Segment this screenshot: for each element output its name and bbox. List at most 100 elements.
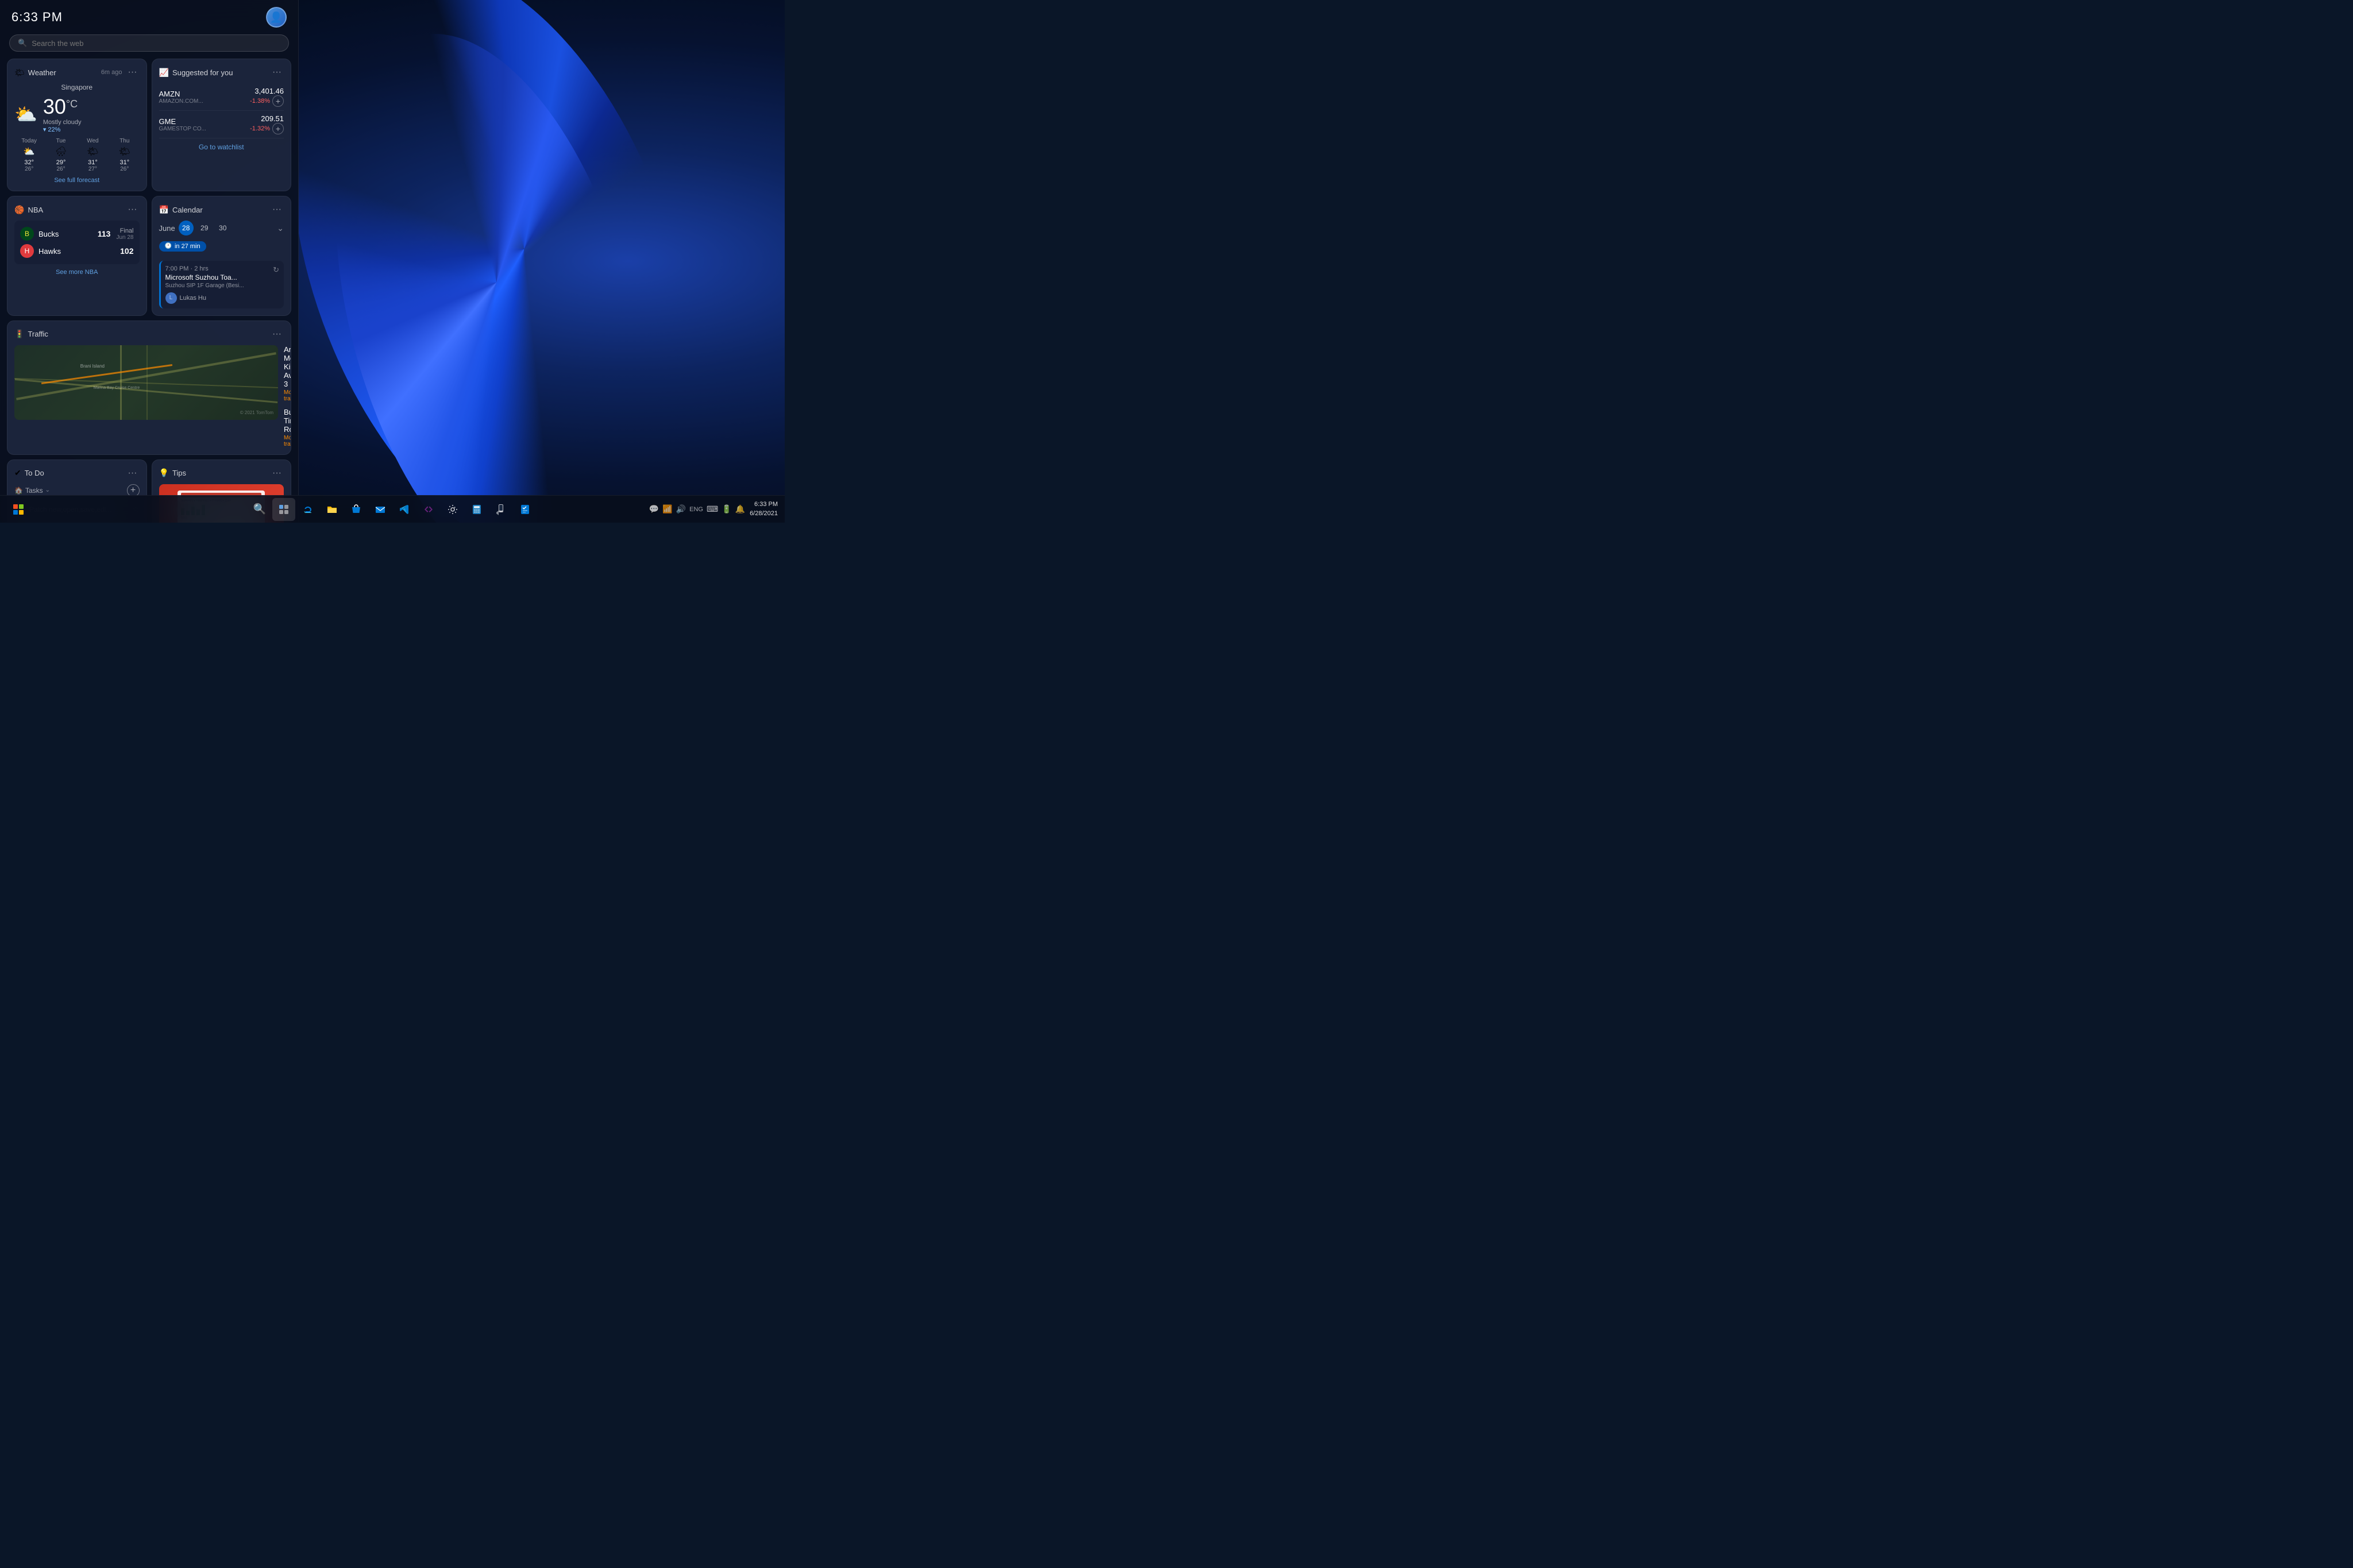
bucks-logo: B <box>20 227 34 241</box>
calendar-month: June <box>159 224 175 233</box>
hawks-score: 102 <box>120 246 133 256</box>
win-pane-yellow <box>19 510 24 515</box>
calendar-event-footer: L Lukas Hu <box>165 292 280 304</box>
forecast-label-wed: Wed <box>78 138 107 144</box>
calendar-menu-icon[interactable]: ··· <box>270 203 284 216</box>
tips-title: Tips <box>172 469 186 477</box>
forecast-hi-wed: 31° <box>78 159 107 166</box>
forecast-icon-wed: 🌤 <box>78 146 107 157</box>
calendar-nav: June 28 29 30 ⌄ <box>159 221 284 235</box>
win-pane-green <box>19 504 24 509</box>
taskbar-store-icon[interactable] <box>345 498 368 521</box>
tips-header: 💡 Tips ··· <box>159 467 284 480</box>
taskbar-explorer-icon[interactable] <box>321 498 344 521</box>
search-bar[interactable]: 🔍 <box>9 34 289 52</box>
forecast-hi-today: 32° <box>14 159 44 166</box>
map-copyright: © 2021 TomTom <box>240 410 273 415</box>
widgets-grid: 🌤 Weather 6m ago ··· Singapore ⛅ 30 °C M… <box>0 59 298 523</box>
taskbar-time: 6:33 PM <box>750 500 778 509</box>
todo-title: To Do <box>25 469 44 477</box>
forecast-label-thu: Thu <box>110 138 139 144</box>
stock-amzn-add-icon[interactable]: + <box>272 95 284 107</box>
taskbar-todo-icon[interactable] <box>514 498 537 521</box>
traffic-icon: 🚦 <box>14 329 24 339</box>
taskbar-edge-icon[interactable] <box>296 498 319 521</box>
stocks-header: 📈 Suggested for you ··· <box>159 66 284 79</box>
taskbar-settings-icon[interactable] <box>441 498 464 521</box>
stocks-menu-icon[interactable]: ··· <box>270 66 284 79</box>
tasks-label: 🏠 Tasks ⌄ <box>14 486 50 495</box>
stocks-widget: 📈 Suggested for you ··· AMZN AMAZON.COM.… <box>152 59 292 191</box>
stock-gme-name: GME <box>159 117 206 126</box>
taskbar-right: 💬 📶 🔊 ENG ⌨ 🔋 🔔 6:33 PM 6/28/2021 <box>649 500 778 518</box>
wechat-icon[interactable]: 💬 <box>649 504 659 514</box>
search-input[interactable] <box>32 39 280 48</box>
tips-icon: 💡 <box>159 468 169 478</box>
stocks-title: Suggested for you <box>172 68 233 77</box>
traffic-content: Brani Island Marina Bay Cruise Centre © … <box>14 345 284 447</box>
calendar-pill: 🕐 in 27 min <box>159 241 206 252</box>
hawks-logo: H <box>20 244 34 258</box>
see-more-nba-link[interactable]: See more NBA <box>14 269 140 276</box>
nba-status: Final Jun 28 <box>116 227 133 241</box>
calendar-day-30[interactable]: 30 <box>215 221 230 235</box>
taskbar-calc-icon[interactable] <box>465 498 488 521</box>
traffic-widget: 🚦 Traffic ··· Brani Island Mar <box>7 320 291 455</box>
calendar-chevron-icon[interactable]: ⌄ <box>277 223 284 233</box>
calendar-pill-text: in 27 min <box>175 243 200 250</box>
forecast-hi-thu: 31° <box>110 159 139 166</box>
taskbar-vscode-icon[interactable] <box>393 498 416 521</box>
clock-icon: 🕐 <box>165 243 172 249</box>
calendar-attendee: L Lukas Hu <box>165 292 206 304</box>
taskbar-mail-icon[interactable] <box>369 498 392 521</box>
tips-menu-icon[interactable]: ··· <box>270 467 284 480</box>
stock-amzn-change: -1.38% + <box>250 95 284 107</box>
taskbar-clock[interactable]: 6:33 PM 6/28/2021 <box>750 500 778 518</box>
weather-icon: 🌤 <box>14 68 25 78</box>
windows-logo-icon <box>13 504 24 515</box>
taskbar-search-icon[interactable]: 🔍 <box>248 498 271 521</box>
win-pane-blue <box>13 510 18 515</box>
calendar-refresh-icon[interactable]: ↻ <box>273 265 279 275</box>
stock-gme-add-icon[interactable]: + <box>272 123 284 134</box>
traffic-menu-icon[interactable]: ··· <box>270 328 284 341</box>
battery-icon[interactable]: 🔋 <box>722 504 731 514</box>
notification-icon[interactable]: 🔔 <box>735 504 745 514</box>
go-watchlist-link[interactable]: Go to watchlist <box>159 138 284 152</box>
forecast-lo-wed: 27° <box>78 166 107 172</box>
weather-menu-icon[interactable]: ··· <box>126 66 140 79</box>
traffic-title: Traffic <box>28 330 48 338</box>
forecast-day-tue: Tue 🌧 29° 26° <box>46 138 75 172</box>
calendar-day-28[interactable]: 28 <box>179 221 194 235</box>
see-full-forecast-link[interactable]: See full forecast <box>14 177 140 184</box>
start-button[interactable] <box>7 498 30 521</box>
weather-header: 🌤 Weather 6m ago ··· <box>14 66 140 79</box>
todo-icon: ✔ <box>14 468 21 478</box>
map-label-marina: Marina Bay Cruise Centre <box>94 386 140 390</box>
taskbar-phone-icon[interactable] <box>489 498 512 521</box>
weather-meta: 6m ago <box>101 69 122 76</box>
volume-icon[interactable]: 🔊 <box>676 504 686 514</box>
nba-icon: 🏀 <box>14 205 24 215</box>
nba-hawks-row: H Hawks 102 <box>20 242 134 260</box>
calendar-event-card: 7:00 PM · 2 hrs Microsoft Suzhou Toa... … <box>159 261 284 308</box>
weather-widget: 🌤 Weather 6m ago ··· Singapore ⛅ 30 °C M… <box>7 59 147 191</box>
taskbar: 🔍 <box>0 495 785 523</box>
network-icon[interactable]: 📶 <box>662 504 672 514</box>
stock-amzn-price: 3,401.46 <box>250 87 284 95</box>
nba-title: NBA <box>28 206 43 214</box>
bucks-name: Bucks <box>38 230 59 238</box>
lang-indicator[interactable]: ENG <box>689 506 703 513</box>
forecast-label-tue: Tue <box>46 138 75 144</box>
sys-tray: 💬 📶 🔊 ENG ⌨ 🔋 🔔 <box>649 504 745 514</box>
taskbar-widgets-icon[interactable] <box>272 498 295 521</box>
stocks-icon: 📈 <box>159 68 169 78</box>
calendar-day-29[interactable]: 29 <box>197 221 212 235</box>
weather-rain: ▾ 22% <box>43 126 82 133</box>
taskbar-devtools-icon[interactable] <box>417 498 440 521</box>
todo-menu-icon[interactable]: ··· <box>126 467 140 480</box>
avatar[interactable] <box>266 7 287 28</box>
nba-menu-icon[interactable]: ··· <box>126 203 140 216</box>
calendar-header: 📅 Calendar ··· <box>159 203 284 216</box>
keyboard-icon[interactable]: ⌨ <box>707 504 718 514</box>
